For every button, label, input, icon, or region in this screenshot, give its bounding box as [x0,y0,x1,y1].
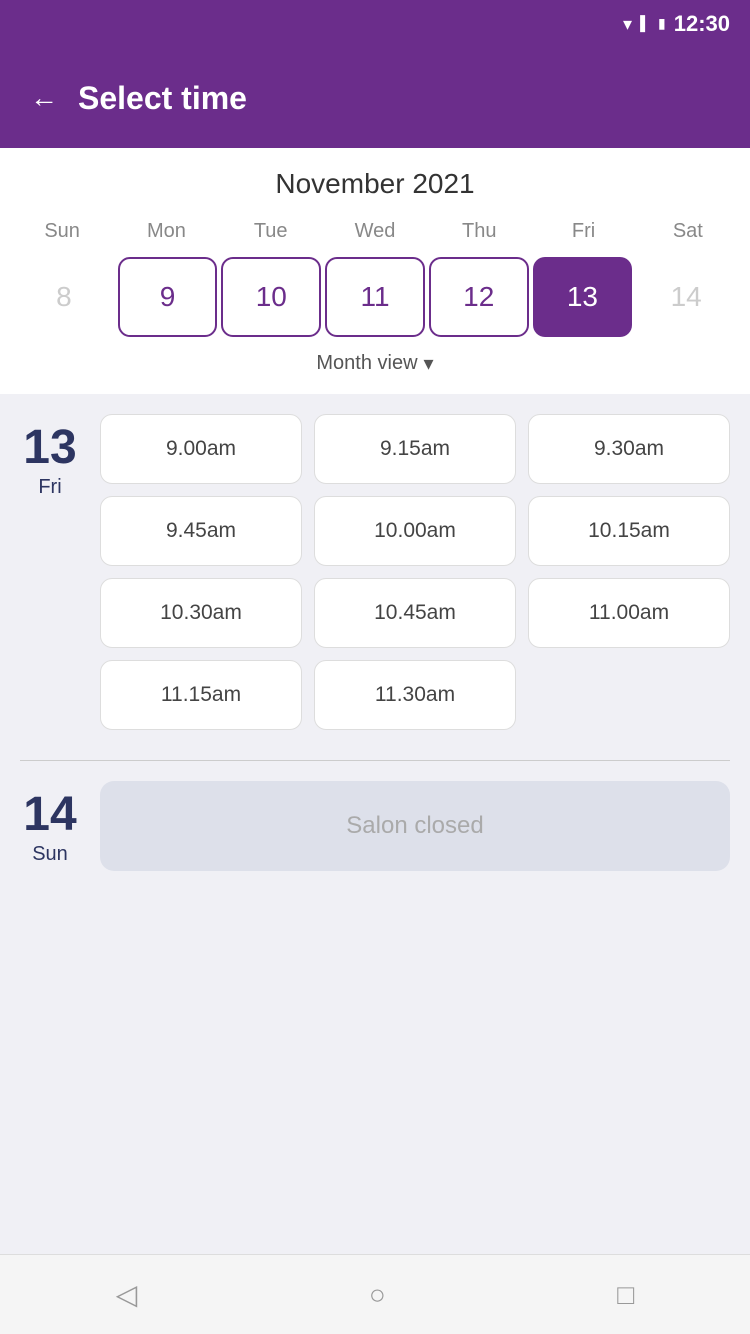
day-cell: 14 [636,257,736,337]
days-row: 891011121314 [10,257,740,337]
signal-icon [640,15,650,33]
weekdays-row: SunMonTueWedThuFriSat [10,216,740,247]
timeslots-section: 13 Fri 9.00am9.15am9.30am 9.45am10.00am10.1… [0,394,750,1254]
weekday-label: Mon [114,216,218,247]
day-cell: 8 [14,257,114,337]
status-bar: 12:30 [0,0,750,48]
day-cell[interactable]: 11 [325,257,425,337]
battery-icon [658,15,666,33]
month-year-label: November 2021 [10,168,740,200]
time-slot-button[interactable]: 10.30am [100,578,302,648]
weekday-label: Wed [323,216,427,247]
time-slot-button[interactable]: 10.00am [314,496,516,566]
time-slot-button[interactable]: 9.45am [100,496,302,566]
time-slot-button[interactable]: 11.15am [100,660,302,730]
weekday-label: Thu [427,216,531,247]
time-slot-button[interactable]: 10.45am [314,578,516,648]
back-icon: ← [30,82,58,114]
day-label: 13 Fri [20,414,80,730]
weekday-label: Fri [531,216,635,247]
weekday-label: Sun [10,216,114,247]
calendar-section: November 2021 SunMonTueWedThuFriSat 8910… [0,148,750,394]
day-cell[interactable]: 12 [429,257,529,337]
time-slot-button[interactable]: 9.30am [528,414,730,484]
page-title: Select time [78,80,247,117]
time-slot-button[interactable]: 11.30am [314,660,516,730]
time-slot-button[interactable]: 9.00am [100,414,302,484]
time-slot-button[interactable]: 11.00am [528,578,730,648]
day-name: Fri [38,476,61,499]
weekday-label: Sat [636,216,740,247]
closed-label: Salon closed [346,812,483,840]
month-view-toggle[interactable]: Month view ▾ [10,337,740,384]
chevron-down-icon: ▾ [424,351,434,376]
status-time: 12:30 [674,11,730,37]
day-name: Sun [32,843,68,866]
slots-grid: 9.00am9.15am9.30am9.45am10.00am10.15am10… [100,414,730,730]
day-number: 14 [23,791,76,839]
day-cell[interactable]: 9 [118,257,218,337]
nav-recent-icon[interactable] [617,1279,634,1311]
day-number: 13 [23,424,76,472]
time-slot-button[interactable]: 9.15am [314,414,516,484]
nav-back-icon[interactable] [116,1278,138,1311]
day-cell[interactable]: 13 [533,257,633,337]
day-cell[interactable]: 10 [221,257,321,337]
nav-bar [0,1254,750,1334]
divider [20,760,730,761]
weekday-label: Tue [219,216,323,247]
status-icons: 12:30 [623,11,730,37]
nav-home-icon[interactable] [369,1279,386,1311]
back-button[interactable]: ← [30,82,58,114]
month-view-label: Month view [316,352,417,375]
day-label: 14 Sun [20,781,80,871]
header: ← Select time [0,48,750,148]
wifi-icon [623,14,632,35]
closed-box: Salon closed [100,781,730,871]
time-slot-button[interactable]: 10.15am [528,496,730,566]
day-block: 14 Sun Salon closed [20,781,730,871]
day-block: 13 Fri 9.00am9.15am9.30am 9.45am10.00am10.1… [20,414,730,730]
